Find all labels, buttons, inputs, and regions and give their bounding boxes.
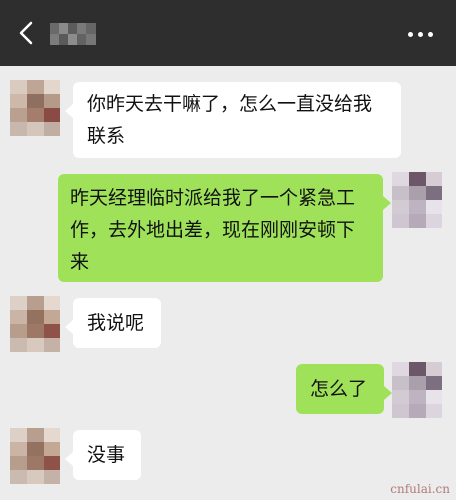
message-line: 来: [70, 251, 90, 273]
message-line: 昨天经理临时派给我了一个紧急工: [70, 187, 356, 209]
watermark: cnfulai.cn: [390, 482, 450, 496]
message-line: 我说呢: [87, 312, 145, 334]
message-bubble-incoming[interactable]: 我说呢: [65, 298, 161, 348]
avatar[interactable]: [10, 80, 60, 136]
message-bubble-incoming[interactable]: 你昨天去干嘛了，怎么一直没给我 联系: [65, 82, 401, 158]
bubble-tail: [383, 196, 391, 210]
avatar[interactable]: [10, 296, 60, 352]
message-line: 你昨天去干嘛了，怎么一直没给我: [87, 93, 373, 115]
bubble-tail: [65, 452, 73, 466]
message-line: 联系: [87, 125, 126, 147]
message-line: 没事: [87, 444, 126, 466]
avatar[interactable]: [392, 172, 442, 228]
message-bubble-outgoing[interactable]: 昨天经理临时派给我了一个紧急工 作，去外地出差，现在刚刚安顿下 来: [58, 174, 391, 282]
message-bubble-incoming[interactable]: 没事: [65, 430, 141, 480]
bubble-tail: [65, 320, 73, 334]
contact-name-blurred: [50, 23, 96, 45]
chevron-left-icon[interactable]: [12, 19, 40, 47]
more-horizontal-icon[interactable]: [408, 32, 434, 38]
bubble-tail: [65, 104, 73, 118]
avatar[interactable]: [392, 362, 442, 418]
bubble-tail: [384, 386, 392, 400]
avatar[interactable]: [10, 428, 60, 484]
message-line: 怎么了: [310, 378, 368, 400]
message-line: 作，去外地出差，现在刚刚安顿下: [70, 219, 356, 241]
message-bubble-outgoing[interactable]: 怎么了: [296, 364, 392, 414]
chat-header: [0, 0, 456, 66]
